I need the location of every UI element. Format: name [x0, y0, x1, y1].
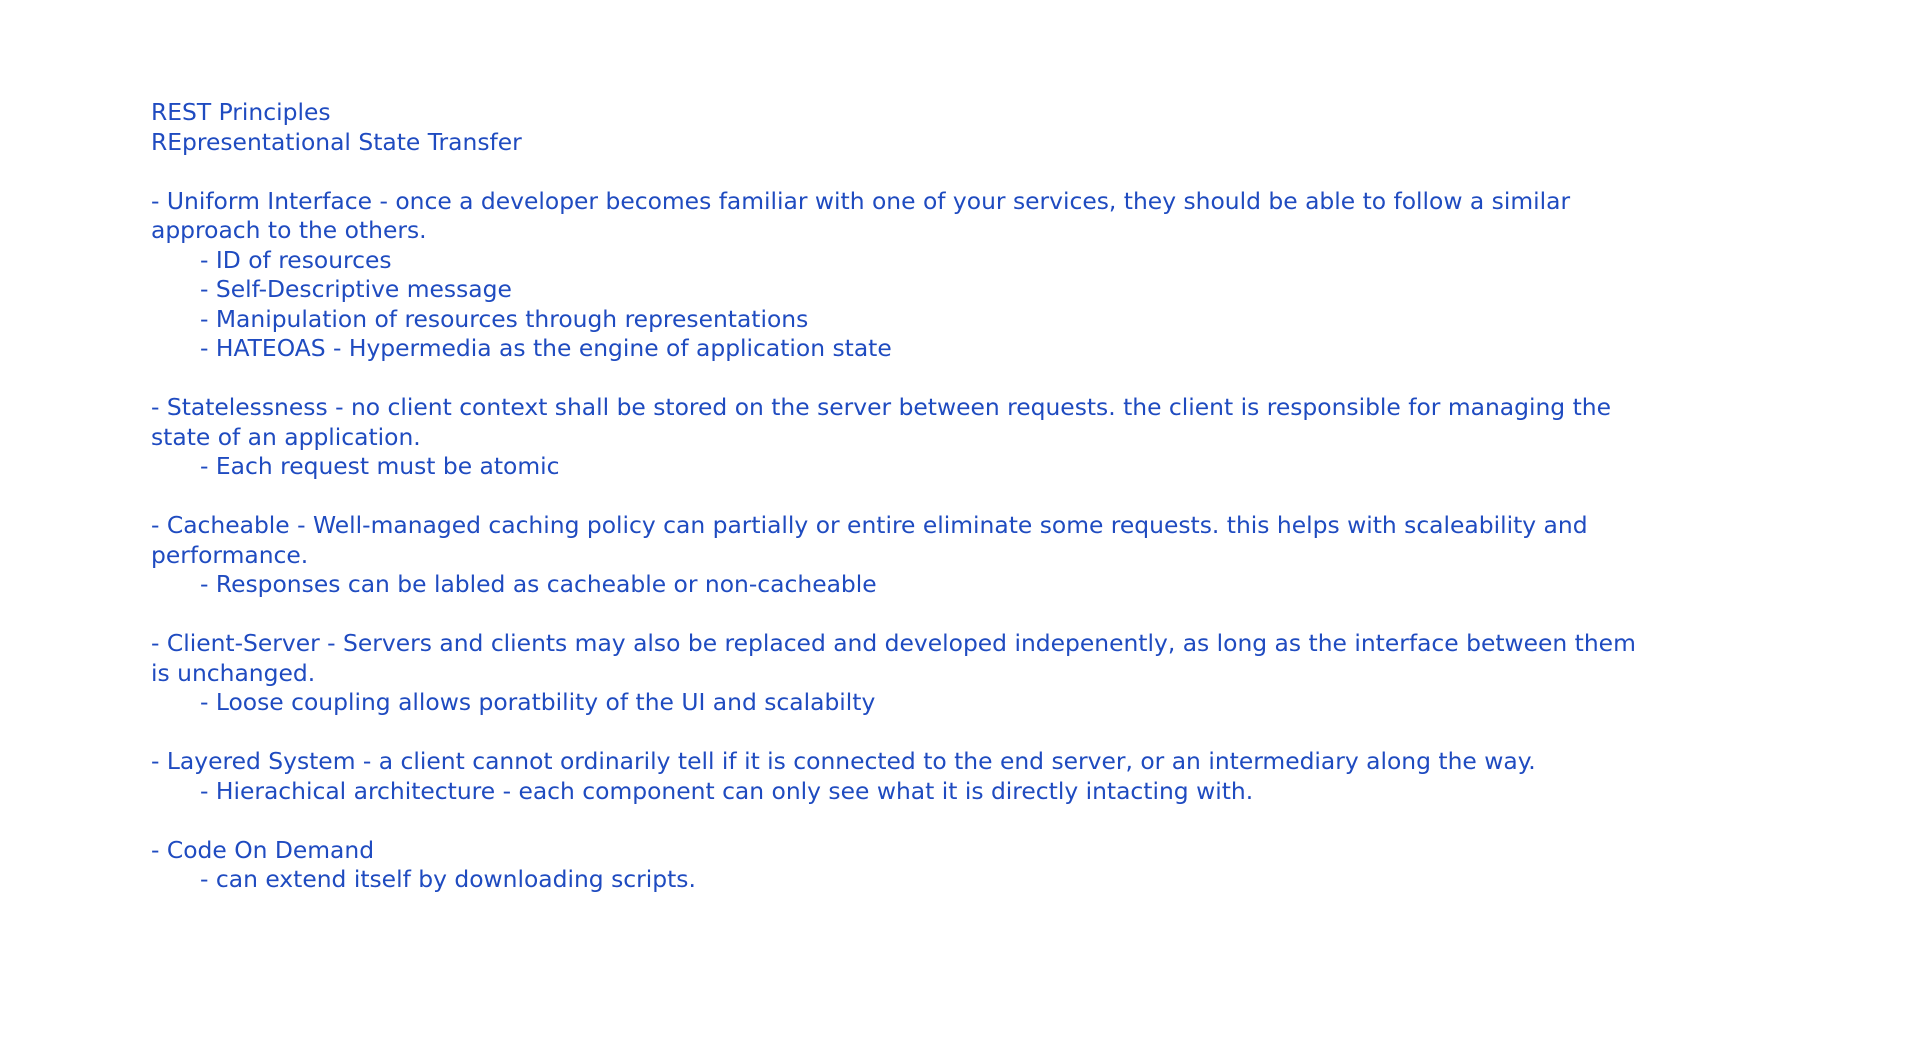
section-heading: - Uniform Interface - once a developer b… [151, 186, 1578, 245]
section-heading: - Statelessness - no client context shal… [151, 393, 1619, 451]
section-item: - can extend itself by downloading scrip… [200, 865, 696, 893]
section-item: - Self-Descriptive message [200, 275, 512, 303]
section-heading: - Layered System - a client cannot ordin… [151, 747, 1536, 775]
section-uniform-interface: - Uniform Interface - once a developer b… [151, 187, 1640, 364]
section-code-on-demand: - Code On Demand - can extend itself by … [151, 836, 1640, 895]
section-item: - Responses can be labled as cacheable o… [200, 570, 877, 598]
section-item: - Each request must be atomic [200, 452, 560, 480]
doc-subtitle: REpresentational State Transfer [151, 127, 522, 156]
section-cacheable: - Cacheable - Well-managed caching polic… [151, 511, 1640, 600]
section-item: - Hierachical architecture - each compon… [200, 776, 1254, 805]
section-layered-system: - Layered System - a client cannot ordin… [151, 747, 1640, 806]
section-item: - HATEOAS - Hypermedia as the engine of … [200, 334, 892, 362]
section-item: - Loose coupling allows poratbility of t… [200, 688, 876, 716]
section-heading: - Client-Server - Servers and clients ma… [151, 629, 1644, 687]
section-statelessness: - Statelessness - no client context shal… [151, 393, 1640, 482]
section-item: - ID of resources [200, 245, 392, 274]
section-item: - Manipulation of resources through repr… [200, 304, 809, 333]
section-heading: - Code On Demand [151, 835, 375, 864]
doc-title: REST Principles [151, 98, 331, 126]
section-heading: - Cacheable - Well-managed caching polic… [151, 511, 1595, 569]
section-client-server: - Client-Server - Servers and clients ma… [151, 629, 1640, 718]
page: REST Principles REpresentational State T… [0, 0, 1920, 1057]
document-body[interactable]: REST Principles REpresentational State T… [151, 98, 1640, 895]
